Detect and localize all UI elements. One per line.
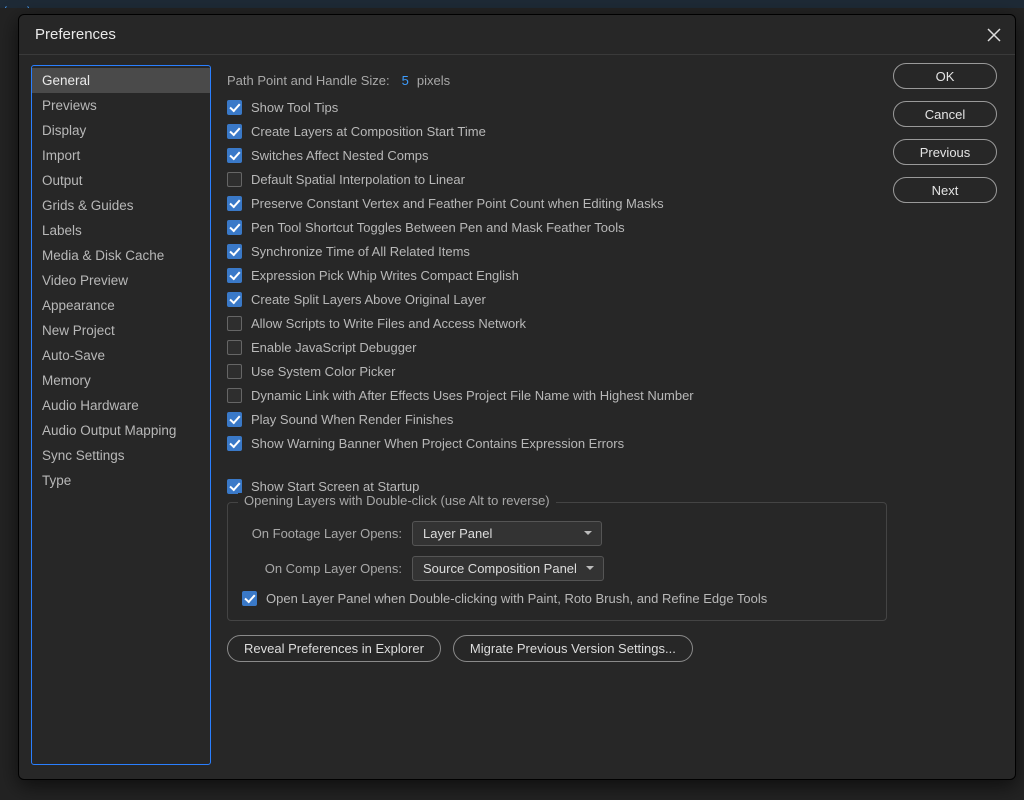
checkbox-11-label: Use System Color Picker	[251, 364, 395, 379]
sidebar-item-type[interactable]: Type	[32, 468, 210, 493]
sidebar-item-sync-settings[interactable]: Sync Settings	[32, 443, 210, 468]
sidebar-item-audio-output-mapping[interactable]: Audio Output Mapping	[32, 418, 210, 443]
checkbox-1-label: Create Layers at Composition Start Time	[251, 124, 486, 139]
titlebar: Preferences	[19, 15, 1015, 55]
checkbox-allow-scripts-to-write-files-and-access-[interactable]: Allow Scripts to Write Files and Access …	[227, 316, 907, 331]
checkbox-14-label: Show Warning Banner When Project Contain…	[251, 436, 624, 451]
checkbox-3-label: Default Spatial Interpolation to Linear	[251, 172, 465, 187]
checkbox-13-label: Play Sound When Render Finishes	[251, 412, 453, 427]
options-list: Show Tool Tips Create Layers at Compositi…	[227, 100, 907, 451]
sidebar-item-display[interactable]: Display	[32, 118, 210, 143]
comp-layer-label: On Comp Layer Opens:	[242, 561, 402, 576]
checkbox-create-layers-at-composition-start-time[interactable]: Create Layers at Composition Start Time	[227, 124, 907, 139]
double-click-group: Opening Layers with Double-click (use Al…	[227, 502, 887, 621]
sidebar-item-appearance[interactable]: Appearance	[32, 293, 210, 318]
path-point-size-unit: pixels	[417, 73, 450, 88]
checkbox-8-label: Create Split Layers Above Original Layer	[251, 292, 486, 307]
checkbox-0-box[interactable]	[227, 100, 242, 115]
sidebar-item-general[interactable]: General	[32, 68, 210, 93]
previous-button[interactable]: Previous	[893, 139, 997, 165]
sidebar-item-grids-guides[interactable]: Grids & Guides	[32, 193, 210, 218]
checkbox-6-label: Synchronize Time of All Related Items	[251, 244, 470, 259]
footage-layer-dropdown[interactable]: Layer Panel	[412, 521, 602, 546]
next-button[interactable]: Next	[893, 177, 997, 203]
checkbox-pen-tool-shortcut-toggles-between-pen-an[interactable]: Pen Tool Shortcut Toggles Between Pen an…	[227, 220, 907, 235]
footage-layer-label: On Footage Layer Opens:	[242, 526, 402, 541]
checkbox-10-label: Enable JavaScript Debugger	[251, 340, 417, 355]
checkbox-14-box[interactable]	[227, 436, 242, 451]
checkbox-create-split-layers-above-original-layer[interactable]: Create Split Layers Above Original Layer	[227, 292, 907, 307]
show-start-screen-checkbox[interactable]: Show Start Screen at Startup	[227, 479, 997, 494]
checkbox-2-box[interactable]	[227, 148, 242, 163]
close-icon[interactable]	[987, 28, 1001, 42]
footage-layer-row: On Footage Layer Opens: Layer Panel	[242, 521, 872, 546]
sidebar-item-import[interactable]: Import	[32, 143, 210, 168]
checkbox-default-spatial-interpolation-to-linear[interactable]: Default Spatial Interpolation to Linear	[227, 172, 907, 187]
checkbox-9-label: Allow Scripts to Write Files and Access …	[251, 316, 526, 331]
sidebar-item-labels[interactable]: Labels	[32, 218, 210, 243]
checkbox-switches-affect-nested-comps[interactable]: Switches Affect Nested Comps	[227, 148, 907, 163]
double-click-group-title: Opening Layers with Double-click (use Al…	[238, 493, 556, 508]
open-layer-panel-checkbox[interactable]: Open Layer Panel when Double-clicking wi…	[242, 591, 872, 606]
sidebar-item-previews[interactable]: Previews	[32, 93, 210, 118]
checkbox-7-label: Expression Pick Whip Writes Compact Engl…	[251, 268, 519, 283]
checkbox-10-box[interactable]	[227, 340, 242, 355]
checkbox-preserve-constant-vertex-and-feather-poi[interactable]: Preserve Constant Vertex and Feather Poi…	[227, 196, 907, 211]
checkbox-expression-pick-whip-writes-compact-engl[interactable]: Expression Pick Whip Writes Compact Engl…	[227, 268, 907, 283]
ok-button[interactable]: OK	[893, 63, 997, 89]
checkbox-2-label: Switches Affect Nested Comps	[251, 148, 429, 163]
checkbox-5-label: Pen Tool Shortcut Toggles Between Pen an…	[251, 220, 625, 235]
sidebar-item-auto-save[interactable]: Auto-Save	[32, 343, 210, 368]
checkbox-6-box[interactable]	[227, 244, 242, 259]
migrate-settings-button[interactable]: Migrate Previous Version Settings...	[453, 635, 693, 662]
start-screen-box[interactable]	[227, 479, 242, 494]
bottom-button-row: Reveal Preferences in Explorer Migrate P…	[227, 635, 997, 662]
checkbox-1-box[interactable]	[227, 124, 242, 139]
comp-layer-dropdown[interactable]: Source Composition Panel	[412, 556, 604, 581]
path-point-size-value[interactable]: 5	[402, 73, 409, 88]
checkbox-play-sound-when-render-finishes[interactable]: Play Sound When Render Finishes	[227, 412, 907, 427]
checkbox-4-label: Preserve Constant Vertex and Feather Poi…	[251, 196, 664, 211]
sidebar-item-memory[interactable]: Memory	[32, 368, 210, 393]
checkbox-dynamic-link-with-after-effects-uses-pro[interactable]: Dynamic Link with After Effects Uses Pro…	[227, 388, 907, 403]
comp-layer-row: On Comp Layer Opens: Source Composition …	[242, 556, 872, 581]
checkbox-9-box[interactable]	[227, 316, 242, 331]
checkbox-7-box[interactable]	[227, 268, 242, 283]
reveal-preferences-button[interactable]: Reveal Preferences in Explorer	[227, 635, 441, 662]
checkbox-13-box[interactable]	[227, 412, 242, 427]
cancel-button[interactable]: Cancel	[893, 101, 997, 127]
checkbox-12-box[interactable]	[227, 388, 242, 403]
sidebar-item-media-disk-cache[interactable]: Media & Disk Cache	[32, 243, 210, 268]
dialog-actions: OK Cancel Previous Next	[893, 63, 997, 203]
checkbox-8-box[interactable]	[227, 292, 242, 307]
checkbox-enable-javascript-debugger[interactable]: Enable JavaScript Debugger	[227, 340, 907, 355]
checkbox-5-box[interactable]	[227, 220, 242, 235]
checkbox-3-box[interactable]	[227, 172, 242, 187]
open-panel-label: Open Layer Panel when Double-clicking wi…	[266, 591, 767, 606]
start-screen-label: Show Start Screen at Startup	[251, 479, 419, 494]
category-sidebar: GeneralPreviewsDisplayImportOutputGrids …	[31, 65, 211, 765]
path-point-size-row: Path Point and Handle Size: 5 pixels	[227, 73, 997, 88]
checkbox-11-box[interactable]	[227, 364, 242, 379]
open-panel-box[interactable]	[242, 591, 257, 606]
preferences-dialog: Preferences GeneralPreviewsDisplayImport…	[18, 14, 1016, 780]
checkbox-show-warning-banner-when-project-contain[interactable]: Show Warning Banner When Project Contain…	[227, 436, 907, 451]
checkbox-0-label: Show Tool Tips	[251, 100, 338, 115]
sidebar-item-audio-hardware[interactable]: Audio Hardware	[32, 393, 210, 418]
checkbox-use-system-color-picker[interactable]: Use System Color Picker	[227, 364, 907, 379]
window-title: Preferences	[35, 26, 116, 43]
sidebar-item-new-project[interactable]: New Project	[32, 318, 210, 343]
checkbox-12-label: Dynamic Link with After Effects Uses Pro…	[251, 388, 694, 403]
path-point-size-label: Path Point and Handle Size:	[227, 73, 390, 88]
general-panel: OK Cancel Previous Next Path Point and H…	[225, 65, 1003, 765]
sidebar-item-output[interactable]: Output	[32, 168, 210, 193]
checkbox-show-tool-tips[interactable]: Show Tool Tips	[227, 100, 907, 115]
checkbox-synchronize-time-of-all-related-items[interactable]: Synchronize Time of All Related Items	[227, 244, 907, 259]
sidebar-item-video-preview[interactable]: Video Preview	[32, 268, 210, 293]
checkbox-4-box[interactable]	[227, 196, 242, 211]
